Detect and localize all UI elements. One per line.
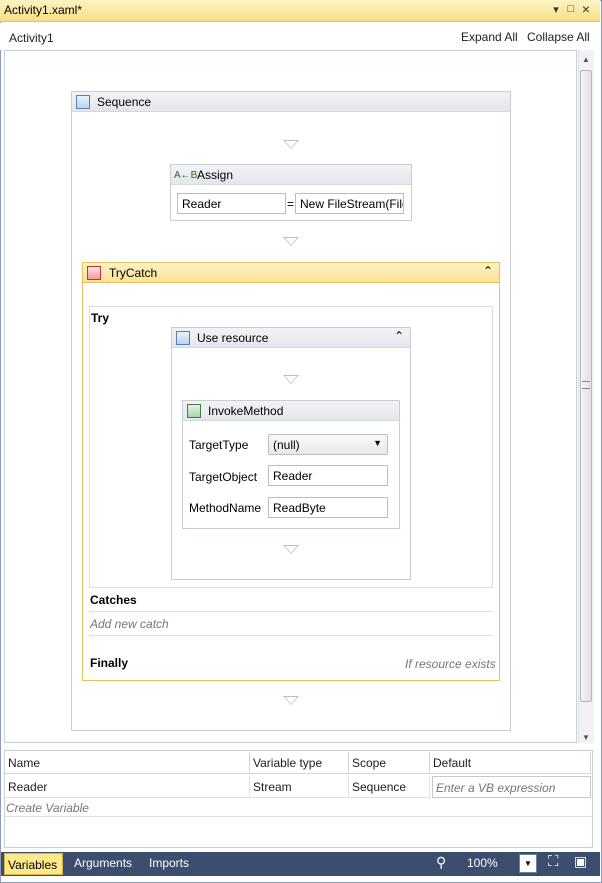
assign-title: Assign (197, 168, 234, 182)
zoom-dropdown[interactable]: ▼ (519, 854, 537, 873)
divider (89, 587, 493, 588)
breadcrumb[interactable]: Activity1 (9, 31, 54, 45)
document-tab[interactable]: Activity1.xaml* (4, 3, 82, 17)
invokemethod-title: InvokeMethod (208, 404, 284, 418)
methodname-label: MethodName (189, 501, 262, 515)
divider (89, 635, 493, 636)
sequence-icon (76, 95, 90, 109)
fit-to-screen-icon[interactable]: ⛶ (548, 853, 559, 870)
drop-target-icon[interactable] (283, 237, 299, 246)
collapse-icon[interactable]: ⌃ (394, 329, 404, 343)
column-header-default[interactable]: Default (430, 752, 591, 774)
targettype-label: TargetType (189, 438, 249, 452)
use-resource-icon (176, 331, 190, 345)
column-header-scope[interactable]: Scope (349, 752, 430, 774)
targetobject-field[interactable]: Reader (268, 465, 388, 486)
targettype-value: (null) (273, 438, 300, 452)
add-new-catch-link[interactable]: Add new catch (90, 617, 169, 631)
catches-label: Catches (90, 593, 137, 607)
scroll-down-icon[interactable]: ▼ (578, 733, 594, 742)
use-resource-title: Use resource (197, 331, 269, 345)
try-label: Try (91, 311, 110, 325)
divider (5, 816, 592, 817)
assign-value-field[interactable]: New FileStream(File (295, 193, 404, 214)
document-tab-bar: Activity1.xaml* ▾ □ × (0, 0, 600, 22)
sequence-header[interactable]: Sequence (72, 92, 510, 112)
assign-to-field[interactable]: Reader (177, 193, 286, 214)
column-header-name[interactable]: Name (5, 752, 250, 774)
create-variable-link[interactable]: Create Variable (6, 801, 89, 815)
drop-target-icon[interactable] (283, 375, 299, 384)
assign-equals: = (287, 197, 295, 211)
targettype-select[interactable]: (null) ▼ (268, 434, 388, 455)
overview-icon[interactable]: ▣ (574, 853, 587, 870)
finally-hint[interactable]: If resource exists (405, 657, 496, 671)
trycatch-title: TryCatch (109, 266, 158, 280)
collapse-icon[interactable]: ⌃ (483, 264, 493, 278)
grip-icon (582, 381, 590, 389)
trycatch-header[interactable]: TryCatch ⌃ (83, 263, 499, 283)
drop-target-icon[interactable] (283, 545, 299, 554)
zoom-level[interactable]: 100% (467, 856, 498, 870)
invokemethod-icon (187, 404, 201, 418)
zoom-icon[interactable]: ⚲ (436, 854, 446, 871)
designer-header: Activity1 Expand All Collapse All (0, 23, 600, 50)
restore-icon[interactable]: □ (564, 3, 578, 15)
column-header-type[interactable]: Variable type (250, 752, 349, 774)
drop-target-icon[interactable] (283, 140, 299, 149)
finally-label: Finally (90, 656, 129, 670)
variable-name-cell[interactable]: Reader (5, 776, 250, 798)
chevron-down-icon: ▼ (524, 859, 532, 868)
assign-icon: A←B (174, 170, 198, 181)
dropdown-icon[interactable]: ▾ (549, 3, 563, 16)
tab-arguments[interactable]: Arguments (74, 856, 132, 870)
scroll-up-icon[interactable]: ▲ (578, 55, 594, 64)
targetobject-label: TargetObject (189, 470, 258, 484)
variable-scope-cell[interactable]: Sequence (349, 776, 430, 798)
variable-default-field[interactable]: Enter a VB expression (432, 776, 591, 798)
variable-type-cell[interactable]: Stream (250, 776, 349, 798)
tab-variables[interactable]: Variables (4, 853, 63, 875)
trycatch-icon (87, 266, 101, 280)
close-icon[interactable]: × (579, 1, 593, 17)
chevron-down-icon: ▼ (373, 438, 382, 448)
sequence-title: Sequence (97, 95, 152, 109)
divider (89, 611, 493, 612)
assign-header[interactable]: A←B Assign (171, 165, 411, 185)
methodname-field[interactable]: ReadByte (268, 497, 388, 518)
tab-imports[interactable]: Imports (149, 856, 189, 870)
invokemethod-header[interactable]: InvokeMethod (183, 401, 399, 421)
use-resource-header[interactable]: Use resource ⌃ (172, 328, 410, 348)
designer-bottom-bar: Variables Arguments Imports ⚲ 100% ▼ ⛶ ▣ (1, 852, 600, 876)
drop-target-icon[interactable] (283, 696, 299, 705)
collapse-all-link[interactable]: Collapse All (527, 30, 590, 44)
expand-all-link[interactable]: Expand All (461, 30, 518, 44)
